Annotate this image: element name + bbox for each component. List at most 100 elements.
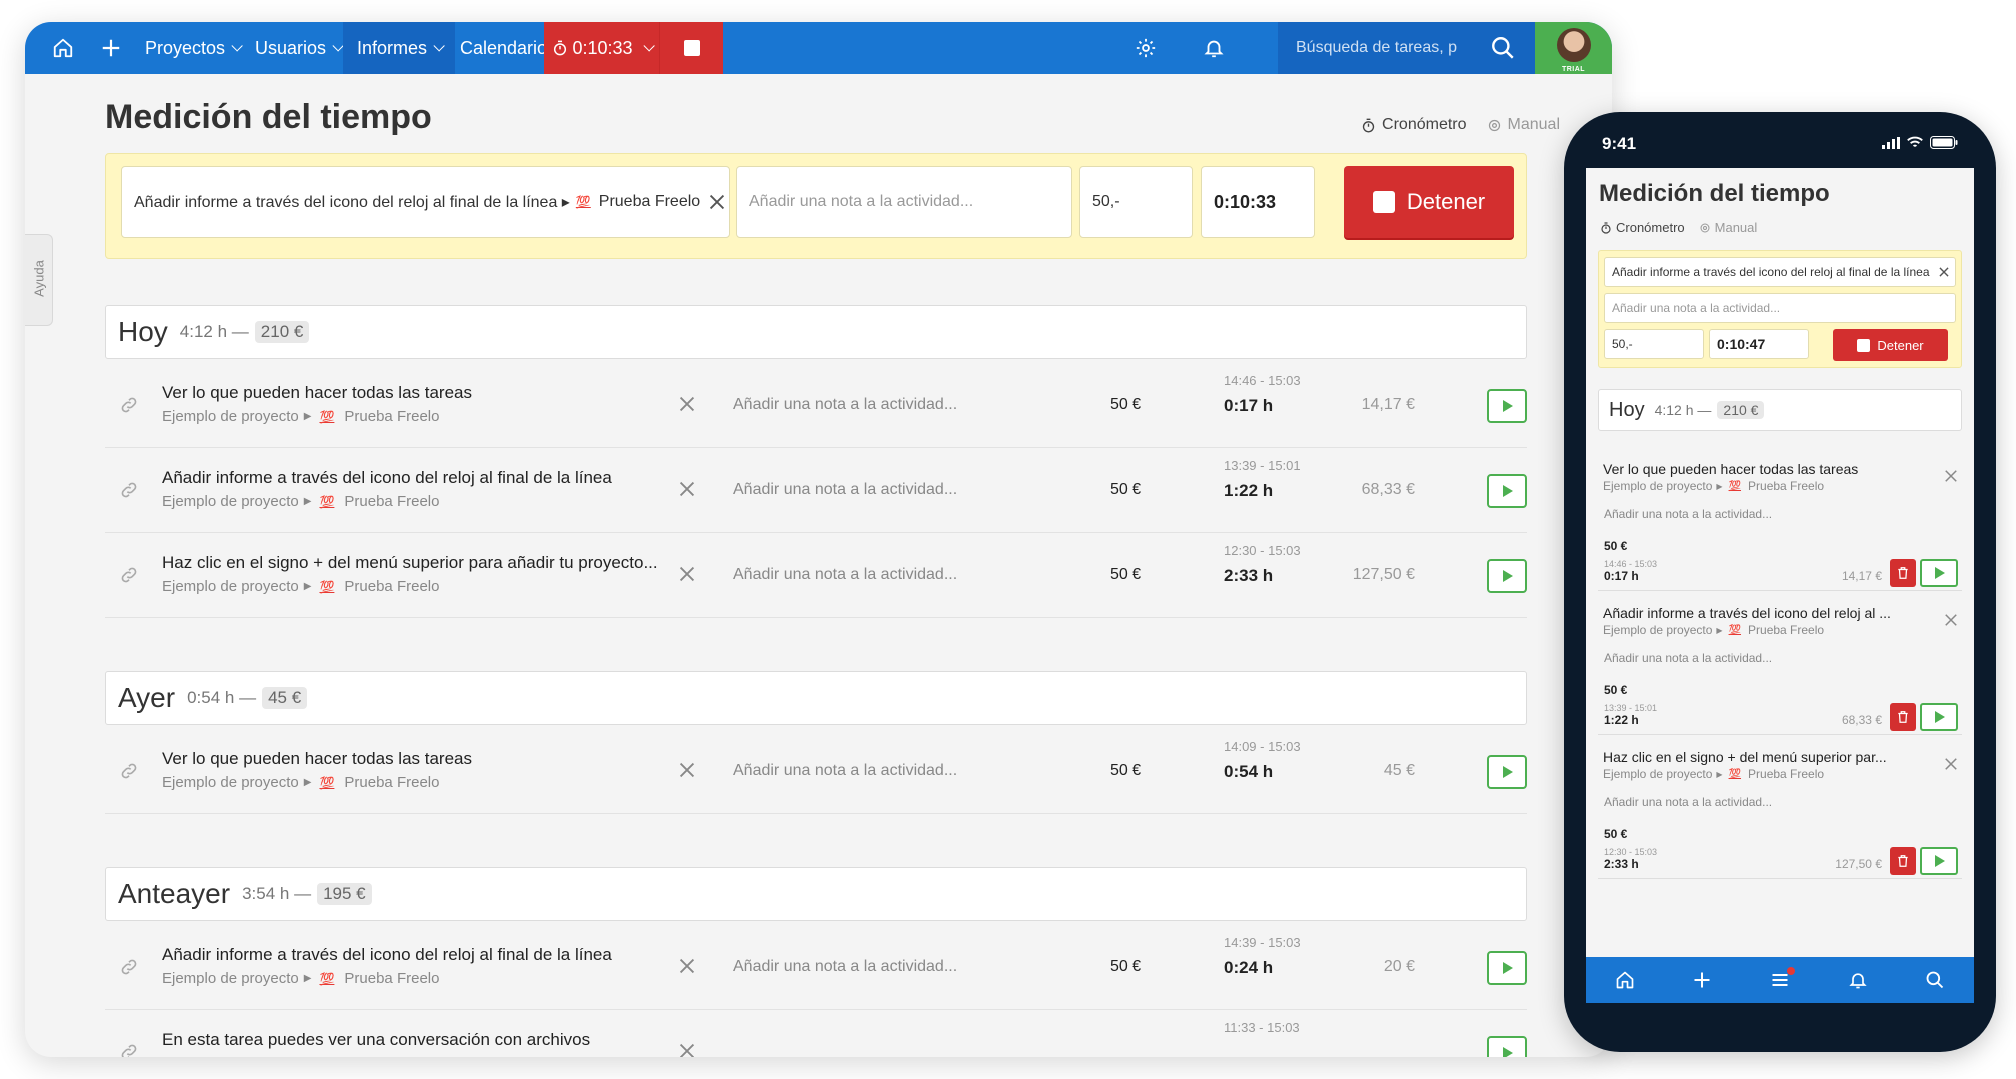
play-button[interactable] bbox=[1487, 474, 1527, 508]
nav-stop-button[interactable] bbox=[659, 22, 723, 74]
play-button[interactable] bbox=[1920, 847, 1958, 875]
close-icon[interactable] bbox=[676, 759, 698, 781]
delete-button[interactable] bbox=[1890, 703, 1916, 731]
entry-duration[interactable]: 2:33 h bbox=[1224, 566, 1273, 586]
close-icon[interactable] bbox=[1937, 265, 1951, 279]
phone-stop-button[interactable]: Detener bbox=[1833, 329, 1948, 361]
close-icon[interactable] bbox=[1942, 611, 1960, 629]
entry-title[interactable]: Añadir informe a través del icono del re… bbox=[162, 468, 612, 488]
breadcrumb-arrow-icon: ▶ bbox=[1716, 769, 1723, 779]
entry-duration[interactable]: 1:22 h bbox=[1224, 481, 1273, 501]
play-button[interactable] bbox=[1487, 559, 1527, 593]
close-icon[interactable] bbox=[676, 393, 698, 415]
mode-stopwatch[interactable]: Cronómetro bbox=[1361, 116, 1467, 134]
mode-manual[interactable]: Manual bbox=[1487, 116, 1560, 134]
phone-tracker-note-field[interactable]: Añadir una nota a la actividad... bbox=[1604, 293, 1956, 323]
phone-mode-manual[interactable]: Manual bbox=[1699, 220, 1757, 235]
entry-note-field[interactable]: Añadir una nota a la actividad... bbox=[1604, 795, 1772, 809]
phone-notifications-button[interactable] bbox=[1845, 967, 1871, 993]
phone-menu-button[interactable] bbox=[1767, 967, 1795, 993]
day-group-money: 210 € bbox=[254, 321, 310, 343]
phone-mode-stopwatch[interactable]: Cronómetro bbox=[1600, 220, 1685, 235]
nav-calendar-label: Calendario bbox=[460, 37, 548, 58]
link-icon[interactable] bbox=[119, 565, 139, 585]
hundred-icon: 💯 bbox=[319, 494, 335, 509]
entry-title[interactable]: En esta tarea puedes ver una conversació… bbox=[162, 1030, 590, 1050]
phone-screen: Medición del tiempo Cronómetro Manual Añ… bbox=[1586, 168, 1974, 1003]
entry-title[interactable]: Añadir informe a través del icono del re… bbox=[1603, 605, 1891, 621]
nav-calendar[interactable]: Calendario bbox=[460, 22, 547, 74]
entry-time-range: 12:30 - 15:03 bbox=[1604, 847, 1658, 857]
entry-title[interactable]: Haz clic en el signo + del menú superior… bbox=[1603, 749, 1887, 765]
tracker-task-field[interactable]: Añadir informe a través del icono del re… bbox=[121, 166, 730, 238]
help-tab[interactable]: Ayuda bbox=[25, 234, 53, 326]
close-icon[interactable] bbox=[676, 563, 698, 585]
stop-button[interactable]: Detener bbox=[1344, 166, 1514, 238]
entry-note-field[interactable]: Añadir una nota a la actividad... bbox=[733, 481, 957, 499]
tracker-note-field[interactable]: Añadir una nota a la actividad... bbox=[736, 166, 1072, 238]
link-icon[interactable] bbox=[119, 1042, 139, 1057]
link-icon[interactable] bbox=[119, 480, 139, 500]
nav-projects[interactable]: Proyectos bbox=[145, 22, 243, 74]
battery-icon bbox=[1930, 136, 1958, 149]
entry-title[interactable]: Ver lo que pueden hacer todas las tareas bbox=[162, 749, 472, 769]
tracker-rate-field[interactable]: 50,- bbox=[1079, 166, 1193, 238]
settings-button[interactable] bbox=[1125, 22, 1167, 74]
entry-duration[interactable]: 1:22 h bbox=[1604, 713, 1639, 727]
entry-note-field[interactable]: Añadir una nota a la actividad... bbox=[733, 958, 957, 976]
mode-switch: Cronómetro Manual bbox=[1361, 116, 1560, 134]
entry-note-field[interactable]: Añadir una nota a la actividad... bbox=[733, 762, 957, 780]
play-button[interactable] bbox=[1487, 389, 1527, 423]
entry-title[interactable]: Ver lo que pueden hacer todas las tareas bbox=[1603, 461, 1858, 477]
link-icon[interactable] bbox=[119, 761, 139, 781]
avatar bbox=[1557, 28, 1591, 62]
link-icon[interactable] bbox=[119, 957, 139, 977]
entry-duration[interactable]: 0:17 h bbox=[1224, 396, 1273, 416]
delete-button[interactable] bbox=[1890, 847, 1916, 875]
close-icon[interactable] bbox=[676, 955, 698, 977]
notifications-button[interactable] bbox=[1193, 22, 1235, 74]
phone-add-button[interactable] bbox=[1689, 967, 1715, 993]
home-button[interactable] bbox=[43, 22, 83, 74]
entry-title[interactable]: Añadir informe a través del icono del re… bbox=[162, 945, 612, 965]
play-button[interactable] bbox=[1920, 703, 1958, 731]
play-button[interactable] bbox=[1920, 559, 1958, 587]
phone-home-button[interactable] bbox=[1612, 967, 1638, 993]
search-button[interactable] bbox=[1490, 35, 1516, 61]
close-icon[interactable] bbox=[1942, 755, 1960, 773]
entry-note-field[interactable]: Añadir una nota a la actividad... bbox=[1604, 507, 1772, 521]
play-button[interactable] bbox=[1487, 1036, 1527, 1057]
phone-tracker-rate-field[interactable]: 50,- bbox=[1604, 329, 1704, 359]
delete-button[interactable] bbox=[1890, 559, 1916, 587]
close-icon[interactable] bbox=[676, 478, 698, 500]
phone-tracker-time-field[interactable]: 0:10:47 bbox=[1709, 329, 1809, 359]
breadcrumb-arrow-icon: ▶ bbox=[303, 411, 312, 422]
entry-title[interactable]: Haz clic en el signo + del menú superior… bbox=[162, 553, 658, 573]
nav-running-timer[interactable]: 0:10:33 bbox=[544, 22, 659, 74]
phone-tracker-task-field[interactable]: Añadir informe a través del icono del re… bbox=[1604, 257, 1956, 287]
close-icon[interactable] bbox=[706, 191, 728, 213]
entry-duration[interactable]: 0:17 h bbox=[1604, 569, 1639, 583]
user-menu[interactable]: TRIAL bbox=[1535, 22, 1612, 74]
entry-title[interactable]: Ver lo que pueden hacer todas las tareas bbox=[162, 383, 472, 403]
nav-reports[interactable]: Informes bbox=[343, 22, 456, 74]
tracker-time-field[interactable]: 0:10:33 bbox=[1201, 166, 1315, 238]
entry-duration[interactable]: 0:54 h bbox=[1224, 762, 1273, 782]
close-icon[interactable] bbox=[1942, 467, 1960, 485]
add-button[interactable] bbox=[89, 22, 133, 74]
play-button[interactable] bbox=[1487, 951, 1527, 985]
entry-duration[interactable]: 0:24 h bbox=[1224, 958, 1273, 978]
play-button[interactable] bbox=[1487, 755, 1527, 789]
entry-note-field[interactable]: Añadir una nota a la actividad... bbox=[733, 566, 957, 584]
link-icon[interactable] bbox=[119, 395, 139, 415]
search-input[interactable] bbox=[1296, 22, 1486, 74]
phone-search-button[interactable] bbox=[1922, 967, 1948, 993]
entry-duration[interactable]: 2:33 h bbox=[1604, 857, 1639, 871]
entry-note-field[interactable]: Añadir una nota a la actividad... bbox=[1604, 651, 1772, 665]
close-icon[interactable] bbox=[676, 1040, 698, 1057]
chevron-down-icon bbox=[433, 40, 445, 52]
day-group-money: 45 € bbox=[262, 687, 308, 709]
nav-users[interactable]: Usuarios bbox=[255, 22, 344, 74]
entry-note-field[interactable]: Añadir una nota a la actividad... bbox=[733, 396, 957, 414]
hundred-icon: 💯 bbox=[1728, 624, 1742, 636]
